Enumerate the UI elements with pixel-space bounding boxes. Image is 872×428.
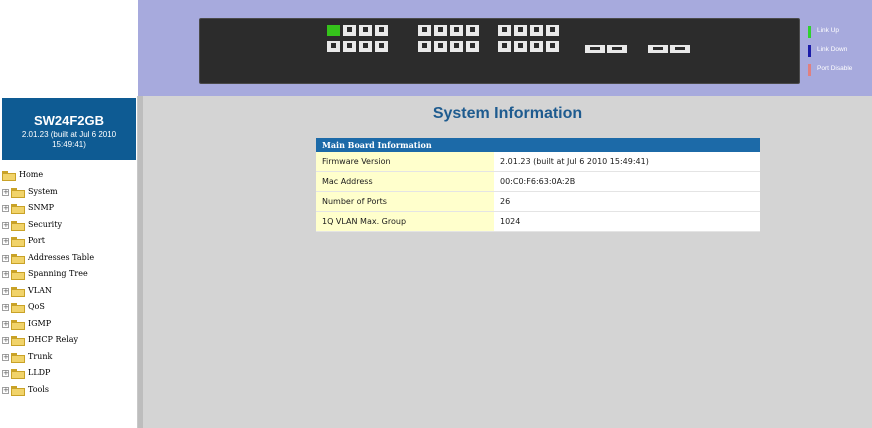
expand-icon[interactable]: + bbox=[2, 386, 9, 394]
folder-icon bbox=[11, 220, 25, 231]
port-24-icon[interactable] bbox=[546, 41, 559, 52]
expand-icon[interactable]: + bbox=[2, 188, 9, 196]
port-22-icon[interactable] bbox=[530, 41, 543, 52]
tree-item-label: Tools bbox=[28, 384, 50, 394]
expand-icon[interactable]: + bbox=[2, 304, 9, 311]
switch-banner: Link Up Link Down Port Disable bbox=[138, 0, 872, 96]
row-value: 26 bbox=[494, 191, 760, 212]
row-label: Number of Ports bbox=[316, 191, 494, 212]
port-14-icon[interactable] bbox=[450, 41, 463, 52]
folder-icon bbox=[11, 237, 25, 247]
port-20-icon[interactable] bbox=[514, 41, 527, 52]
row-label: Mac Address bbox=[316, 171, 494, 192]
uplink-port-26-icon[interactable] bbox=[670, 45, 690, 53]
main-board-info-table: Main Board Information Firmware Version … bbox=[316, 138, 760, 232]
expand-icon[interactable]: + bbox=[2, 271, 9, 278]
expand-icon[interactable]: + bbox=[2, 287, 9, 295]
port-2-icon[interactable] bbox=[327, 41, 340, 52]
tree-item-label: QoS bbox=[28, 302, 45, 311]
row-label: 1Q VLAN Max. Group bbox=[316, 211, 494, 232]
table-row: Mac Address 00:C0:F6:63:0A:2B bbox=[316, 171, 760, 192]
port-3-icon[interactable] bbox=[343, 25, 356, 36]
port-12-icon[interactable] bbox=[434, 41, 447, 52]
expand-icon[interactable]: + bbox=[2, 254, 9, 262]
port-7-icon[interactable] bbox=[375, 25, 388, 36]
tree-item-label: Addresses Table bbox=[28, 252, 95, 262]
brand-block: SW24F2GB 2.01.23 (built at Jul 6 2010 15… bbox=[2, 98, 136, 160]
port-23-icon[interactable] bbox=[546, 25, 559, 36]
port-15-icon[interactable] bbox=[466, 25, 479, 36]
port-18-icon[interactable] bbox=[498, 41, 511, 52]
folder-icon bbox=[11, 286, 25, 297]
port-21-icon[interactable] bbox=[530, 25, 543, 36]
legend-swatch bbox=[808, 45, 811, 57]
legend-label: Link Up bbox=[817, 27, 840, 34]
folder-icon bbox=[11, 253, 25, 264]
port-10-icon[interactable] bbox=[418, 41, 431, 52]
tree-item-label: Trunk bbox=[28, 351, 53, 361]
sidebar: SW24F2GB 2.01.23 (built at Jul 6 2010 15… bbox=[0, 96, 138, 428]
tree-item-label: Port bbox=[28, 236, 45, 245]
port-17-icon[interactable] bbox=[498, 25, 511, 36]
expand-icon[interactable]: + bbox=[2, 337, 9, 344]
tree-item-label: VLAN bbox=[28, 285, 52, 295]
folder-icon bbox=[11, 369, 25, 379]
folder-icon bbox=[11, 204, 25, 214]
expand-icon[interactable]: + bbox=[2, 238, 9, 245]
legend-label: Link Down bbox=[817, 46, 848, 53]
legend-label: Port Disable bbox=[817, 65, 853, 72]
page-title: System Information bbox=[432, 105, 583, 122]
folder-icon bbox=[11, 270, 25, 280]
table-row: 1Q VLAN Max. Group 1024 bbox=[316, 211, 760, 232]
expand-icon[interactable]: + bbox=[2, 370, 9, 377]
tree-item-label: Security bbox=[28, 219, 62, 229]
tree-item-label: LLDP bbox=[28, 368, 51, 377]
table-row: Firmware Version 2.01.23 (built at Jul 6… bbox=[316, 152, 760, 172]
tree-item-label: IGMP bbox=[28, 318, 52, 328]
open-folder-icon bbox=[2, 171, 16, 181]
uplink-port-26-icon[interactable] bbox=[648, 45, 668, 53]
port-16-icon[interactable] bbox=[466, 41, 479, 52]
switch-front-panel bbox=[199, 18, 800, 84]
port-4-icon[interactable] bbox=[343, 41, 356, 52]
firmware-version-text: 2.01.23 (built at Jul 6 2010 15:49:41) bbox=[21, 130, 117, 149]
folder-icon bbox=[11, 303, 25, 313]
legend-swatch bbox=[808, 26, 811, 38]
row-value: 1024 bbox=[494, 211, 760, 232]
folder-icon bbox=[11, 352, 25, 363]
folder-icon bbox=[11, 336, 25, 346]
row-value: 2.01.23 (built at Jul 6 2010 15:49:41) bbox=[494, 152, 760, 172]
expand-icon[interactable]: + bbox=[2, 205, 9, 212]
tree-item-label: Home bbox=[19, 170, 44, 179]
tree-item-label: Spanning Tree bbox=[28, 269, 88, 278]
uplink-port-25-icon[interactable] bbox=[607, 45, 627, 53]
expand-icon[interactable]: + bbox=[2, 320, 9, 328]
folder-icon bbox=[11, 187, 25, 198]
tree-item-label: System bbox=[28, 186, 58, 196]
table-row: Number of Ports 26 bbox=[316, 191, 760, 212]
main-content: System Information Main Board Informatio… bbox=[138, 96, 872, 428]
port-1-icon[interactable] bbox=[327, 25, 340, 36]
top-left-blank bbox=[0, 0, 138, 96]
port-9-icon[interactable] bbox=[418, 25, 431, 36]
device-model: SW24F2GB bbox=[33, 113, 105, 128]
row-label: Firmware Version bbox=[316, 152, 494, 172]
folder-icon bbox=[11, 319, 25, 330]
port-6-icon[interactable] bbox=[359, 41, 372, 52]
port-11-icon[interactable] bbox=[434, 25, 447, 36]
legend-swatch bbox=[808, 64, 811, 76]
folder-icon bbox=[11, 385, 25, 396]
expand-icon[interactable]: + bbox=[2, 353, 9, 361]
uplink-port-25-icon[interactable] bbox=[585, 45, 605, 53]
tree-item-label: SNMP bbox=[28, 203, 55, 212]
port-19-icon[interactable] bbox=[514, 25, 527, 36]
expand-icon[interactable]: + bbox=[2, 221, 9, 229]
port-5-icon[interactable] bbox=[359, 25, 372, 36]
row-value: 00:C0:F6:63:0A:2B bbox=[494, 171, 760, 192]
port-13-icon[interactable] bbox=[450, 25, 463, 36]
table-header: Main Board Information bbox=[316, 138, 760, 152]
tree-item-label: DHCP Relay bbox=[28, 335, 79, 344]
port-8-icon[interactable] bbox=[375, 41, 388, 52]
